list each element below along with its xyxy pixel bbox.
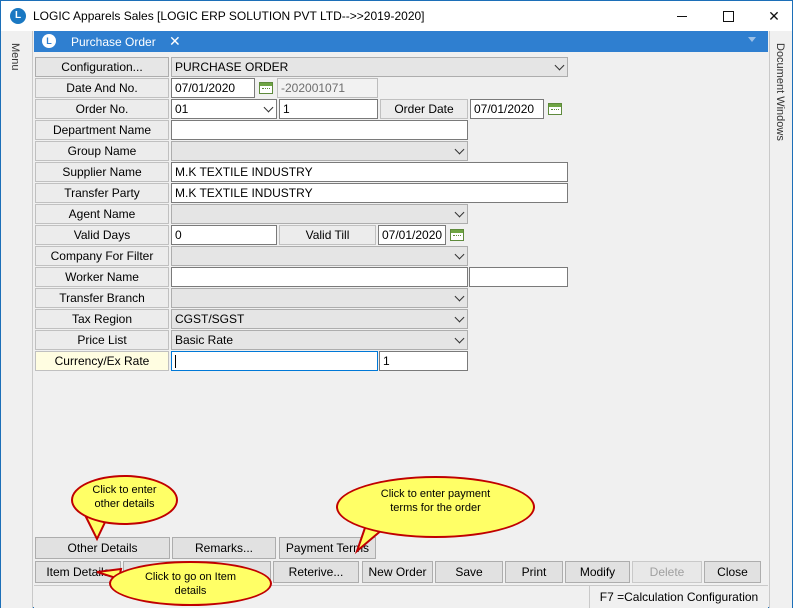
department-name-label: Department Name [35, 120, 169, 140]
tax-region-label: Tax Region [35, 309, 169, 329]
chevron-down-icon [454, 333, 465, 344]
currency-ex-rate-label: Currency/Ex Rate [35, 351, 169, 371]
window-title: LOGIC Apparels Sales [LOGIC ERP SOLUTION… [33, 9, 425, 23]
order-series-select[interactable]: 01 [171, 99, 277, 119]
document-windows-pane[interactable]: Document Windows [769, 31, 792, 608]
price-list-select[interactable]: Basic Rate [171, 330, 468, 350]
price-list-label: Price List [35, 330, 169, 350]
save-button[interactable]: Save [435, 561, 503, 583]
callout-item-details-text: Click to go on Item details [144, 571, 237, 597]
callout-payment-terms: Click to enter payment terms for the ord… [336, 476, 535, 538]
currency-field[interactable] [171, 351, 378, 371]
new-order-button[interactable]: New Order [362, 561, 433, 583]
text-cursor [175, 355, 176, 369]
order-series-value: 01 [175, 102, 189, 116]
valid-days-label: Valid Days [35, 225, 169, 245]
calendar-icon[interactable] [546, 100, 564, 118]
company-for-filter-label: Company For Filter [35, 246, 169, 266]
tab-close-icon[interactable]: ✕ [169, 33, 181, 50]
delete-button: Delete [632, 561, 702, 583]
app-window: L LOGIC Apparels Sales [LOGIC ERP SOLUTI… [0, 0, 793, 608]
minimize-button[interactable] [659, 1, 705, 31]
company-for-filter-select[interactable] [171, 246, 468, 266]
configuration-select[interactable]: PURCHASE ORDER [171, 57, 568, 77]
tab-list-dropdown-icon[interactable] [748, 37, 756, 42]
retrieve-button[interactable]: Reterive... [273, 561, 359, 583]
agent-name-select[interactable] [171, 204, 468, 224]
title-bar: L LOGIC Apparels Sales [LOGIC ERP SOLUTI… [1, 1, 792, 31]
date-field[interactable]: 07/01/2020 [171, 78, 255, 98]
worker-name-label: Worker Name [35, 267, 169, 287]
calendar-icon[interactable] [448, 226, 466, 244]
remarks-button[interactable]: Remarks... [172, 537, 276, 559]
calendar-icon[interactable] [257, 79, 275, 97]
document-number-field: -202001071 [277, 78, 378, 98]
logic-logo-icon: L [10, 8, 26, 24]
menu-pane[interactable]: Menu [1, 31, 33, 608]
payment-terms-button[interactable]: Payment Terms [279, 537, 376, 559]
valid-till-field[interactable]: 07/01/2020 [378, 225, 446, 245]
date-and-no-label: Date And No. [35, 78, 169, 98]
close-button[interactable]: Close [704, 561, 761, 583]
chevron-down-icon [554, 60, 565, 71]
group-name-label: Group Name [35, 141, 169, 161]
order-date-field[interactable]: 07/01/2020 [470, 99, 544, 119]
callout-other-details: Click to enter other details [71, 475, 178, 525]
worker-name-extra-field[interactable] [469, 267, 568, 287]
tax-region-value: CGST/SGST [175, 312, 245, 326]
document-windows-label[interactable]: Document Windows [774, 43, 786, 141]
document-tab-strip: L Purchase Order ✕ [34, 31, 768, 52]
status-hint: F7 =Calculation Configuration [589, 586, 768, 608]
order-date-label: Order Date [380, 99, 468, 119]
print-button[interactable]: Print [505, 561, 563, 583]
configuration-value: PURCHASE ORDER [175, 60, 289, 74]
order-no-label: Order No. [35, 99, 169, 119]
valid-till-label: Valid Till [279, 225, 376, 245]
valid-days-field[interactable]: 0 [171, 225, 277, 245]
configuration-button[interactable]: Configuration... [35, 57, 169, 77]
supplier-name-label: Supplier Name [35, 162, 169, 182]
price-list-value: Basic Rate [175, 333, 234, 347]
other-details-button[interactable]: Other Details [35, 537, 170, 559]
supplier-name-field[interactable]: M.K TEXTILE INDUSTRY [171, 162, 568, 182]
close-window-button[interactable]: ✕ [751, 1, 793, 31]
transfer-branch-label: Transfer Branch [35, 288, 169, 308]
transfer-party-field[interactable]: M.K TEXTILE INDUSTRY [171, 183, 568, 203]
logic-logo-icon: L [42, 34, 56, 48]
tab-purchase-order[interactable]: L Purchase Order ✕ [34, 31, 186, 52]
tab-label: Purchase Order [71, 35, 156, 49]
chevron-down-icon [454, 249, 465, 260]
callout-item-details: Click to go on Item details [109, 561, 272, 606]
exchange-rate-field[interactable]: 1 [379, 351, 468, 371]
department-name-field[interactable] [171, 120, 468, 140]
tax-region-select[interactable]: CGST/SGST [171, 309, 468, 329]
agent-name-label: Agent Name [35, 204, 169, 224]
item-details-button[interactable]: Item Details [35, 561, 121, 583]
chevron-down-icon [454, 144, 465, 155]
transfer-branch-select[interactable] [171, 288, 468, 308]
callout-payment-terms-text: Click to enter payment terms for the ord… [380, 488, 491, 514]
group-name-select[interactable] [171, 141, 468, 161]
worker-name-field[interactable] [171, 267, 468, 287]
modify-button[interactable]: Modify [565, 561, 630, 583]
chevron-down-icon [454, 312, 465, 323]
menu-pane-label[interactable]: Menu [9, 43, 21, 71]
callout-other-details-text: Click to enter other details [92, 484, 157, 510]
transfer-party-label: Transfer Party [35, 183, 169, 203]
chevron-down-icon [263, 102, 274, 113]
chevron-down-icon [454, 291, 465, 302]
maximize-button[interactable] [705, 1, 751, 31]
order-number-field[interactable]: 1 [279, 99, 378, 119]
chevron-down-icon [454, 207, 465, 218]
